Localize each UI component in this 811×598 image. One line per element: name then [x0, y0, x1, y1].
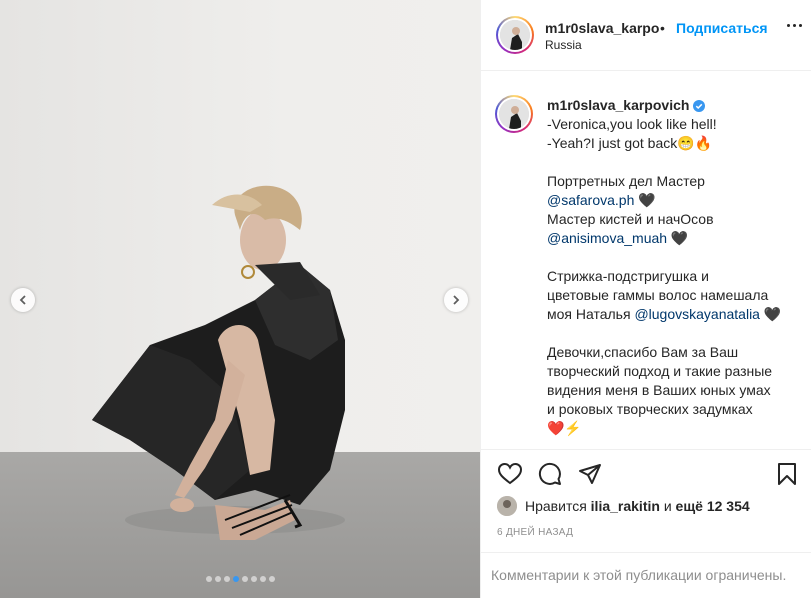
carousel-indicator [0, 576, 480, 582]
liker-username[interactable]: ilia_rakitin [591, 498, 660, 514]
post-media[interactable] [0, 0, 480, 598]
header-username[interactable]: m1r0slava_karpovi [545, 20, 659, 36]
caption-line: моя Наталья @lugovskayanatalia 🖤 [547, 305, 811, 324]
caption-avatar[interactable] [495, 95, 533, 133]
likes-count-link[interactable]: ещё 12 354 [676, 498, 750, 514]
caption-line: Стрижка-подстригушка и [547, 268, 709, 284]
author-avatar[interactable] [496, 16, 534, 54]
comments-disabled-notice: Комментарии к этой публикации ограничены… [481, 552, 811, 598]
verified-icon [693, 99, 706, 112]
avatar-image [499, 99, 529, 129]
caption-line: Портретных дел Мастер [547, 173, 705, 189]
carousel-dot [250, 576, 257, 582]
likes-conjunction: и [663, 498, 672, 514]
caption-line: и роковых творческих задумках [547, 401, 753, 417]
carousel-dot [259, 576, 266, 582]
caption-line: Мастер кистей и начОсов [547, 211, 714, 227]
caption-line: @safarova.ph 🖤 [547, 191, 811, 210]
caption-line [547, 248, 811, 267]
likes-summary: Нравится ilia_rakitin и ещё 12 354 [497, 496, 750, 516]
more-icon[interactable] [787, 24, 802, 27]
mention-link[interactable]: @lugovskayanatalia [634, 306, 760, 322]
carousel-dot [223, 576, 230, 582]
heart-icon[interactable] [497, 462, 523, 486]
caption-line: цветовые гаммы волос намешала [547, 287, 769, 303]
carousel-dot [214, 576, 221, 582]
carousel-dot [205, 576, 212, 582]
action-bar [481, 449, 811, 499]
post-photo [0, 0, 480, 598]
carousel-next-button[interactable] [444, 288, 468, 312]
instagram-post: m1r0slava_karpovi • Подписаться Russia m… [0, 0, 811, 598]
carousel-dot [232, 576, 239, 582]
caption-line: @anisimova_muah 🖤 [547, 229, 811, 248]
liker-avatar[interactable] [497, 496, 517, 516]
carousel-prev-button[interactable] [11, 288, 35, 312]
post-date[interactable]: 6 ДНЕЙ НАЗАД [497, 527, 573, 538]
mention-link[interactable]: @safarova.ph [547, 192, 634, 208]
header-separator: • [660, 20, 665, 36]
caption-text-fragment: 🖤 [634, 192, 656, 208]
carousel-dot [268, 576, 275, 582]
bookmark-icon[interactable] [776, 462, 798, 486]
chevron-right-icon [453, 295, 460, 305]
mention-link[interactable]: @anisimova_muah [547, 230, 667, 246]
caption-text: m1r0slava_karpovich -Veronica,you look l… [547, 96, 811, 449]
post-location[interactable]: Russia [545, 38, 582, 52]
caption-line [547, 324, 811, 343]
caption-text-fragment: 🖤 [667, 230, 689, 246]
comment-icon[interactable] [538, 462, 562, 486]
caption-line: ❤️⚡ [547, 420, 582, 436]
caption-line [547, 153, 811, 172]
caption-username[interactable]: m1r0slava_karpovich [547, 96, 689, 115]
avatar-image [500, 20, 530, 50]
caption-line: творческий подход и такие разные [547, 363, 773, 379]
caption-line [547, 438, 811, 449]
post-sidebar: m1r0slava_karpovi • Подписаться Russia m… [480, 0, 811, 598]
caption-area: m1r0slava_karpovich -Veronica,you look l… [481, 71, 811, 449]
caption-line: -Yeah?I just got back😁🔥 [547, 135, 713, 151]
carousel-dot [241, 576, 248, 582]
caption-line: Девочки,спасибо Вам за Ваш [547, 344, 739, 360]
chevron-left-icon [19, 295, 26, 305]
caption-line: -Veronica,you look like hell! [547, 116, 717, 132]
caption-text-fragment: 🖤 [759, 306, 782, 322]
share-icon[interactable] [578, 462, 602, 486]
likes-prefix: Нравится [525, 498, 587, 514]
caption-line: видения меня в Ваших юных умах [547, 382, 771, 398]
caption-body: -Veronica,you look like hell! -Yeah?I jus… [547, 115, 811, 449]
caption-text-fragment: моя Наталья [547, 306, 635, 322]
follow-button[interactable]: Подписаться [676, 20, 768, 36]
post-header: m1r0slava_karpovi • Подписаться Russia [481, 0, 811, 71]
